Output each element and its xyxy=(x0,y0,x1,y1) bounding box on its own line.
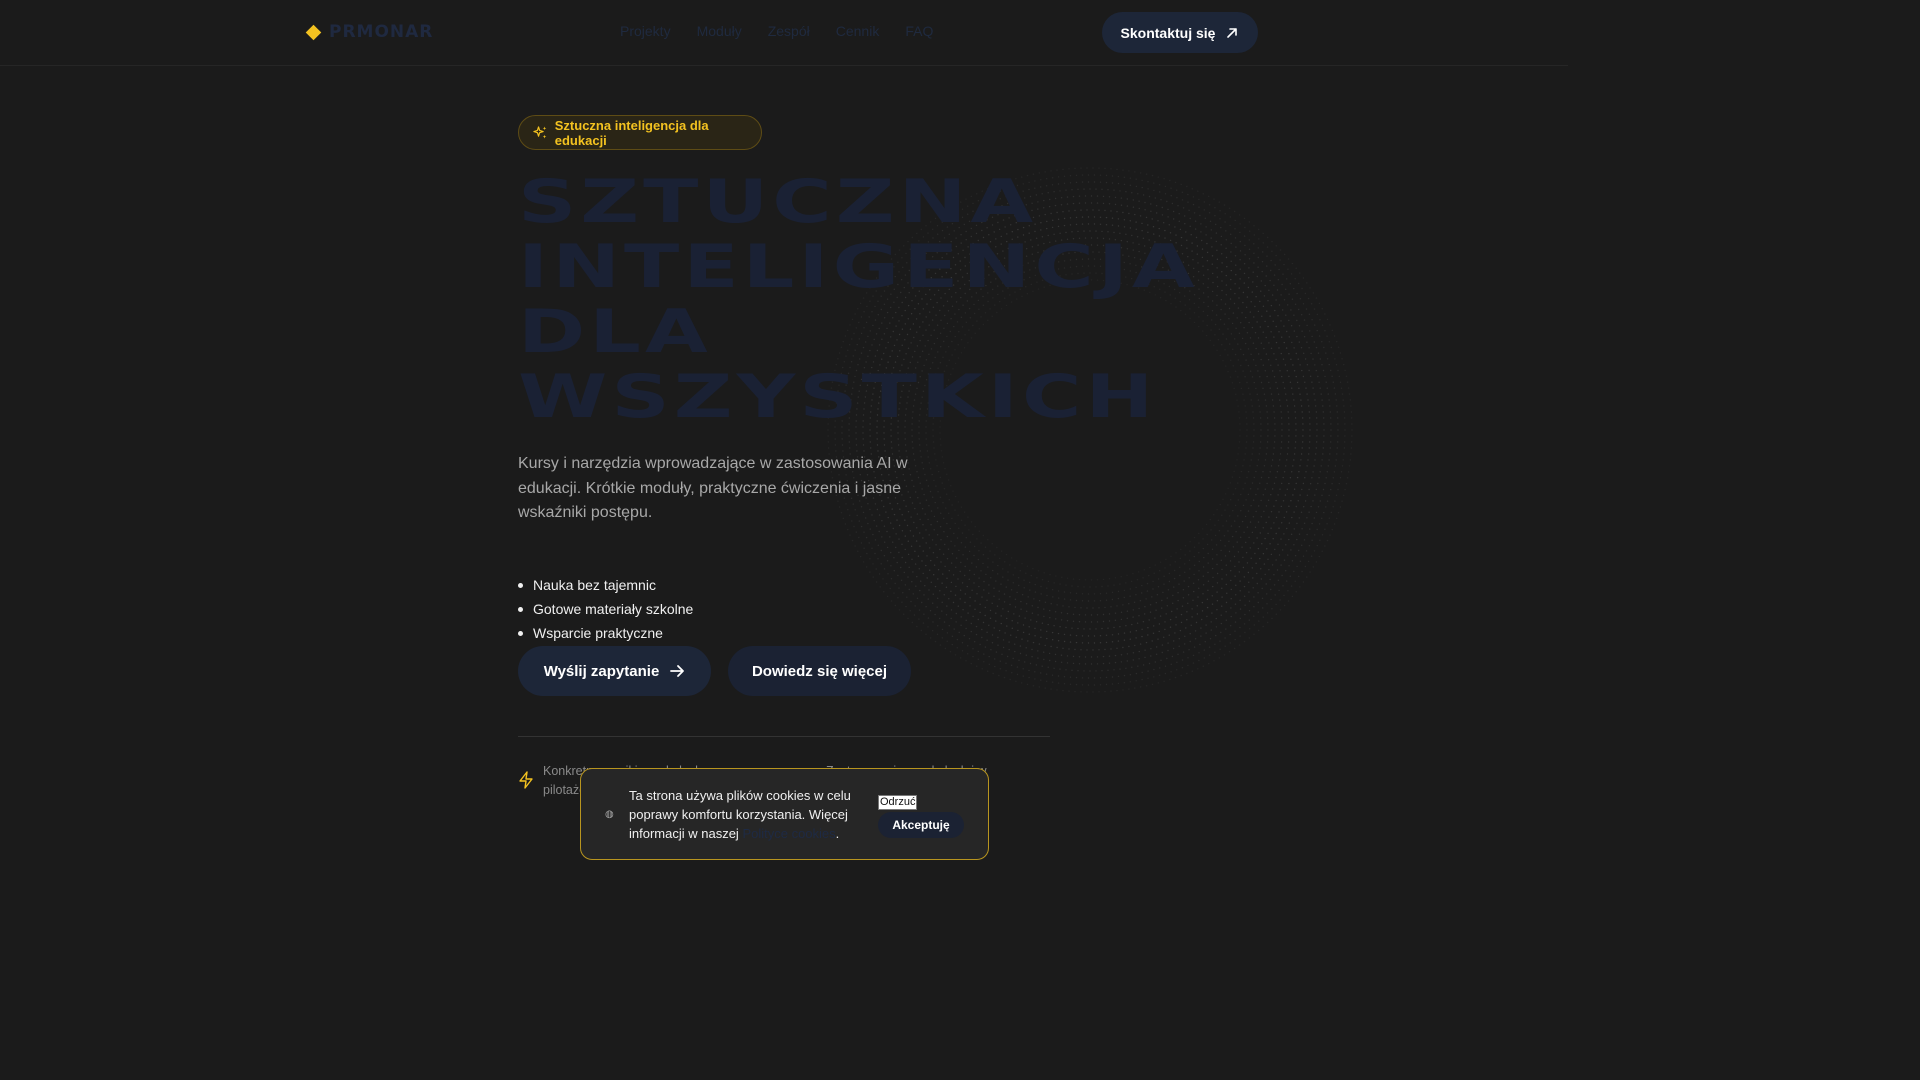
cookie-banner: ◍ Ta strona używa plików cookies w celu … xyxy=(580,768,989,860)
contact-button-label: Skontaktuj się xyxy=(1120,24,1216,41)
feature-list: Nauka bez tajemnic Gotowe materiały szko… xyxy=(518,573,693,645)
nav-item-cennik[interactable]: Cennik xyxy=(836,23,880,39)
nav-item-zespol[interactable]: Zespół xyxy=(768,23,810,39)
bullet-icon xyxy=(518,630,523,636)
nav-item-projekty[interactable]: Projekty xyxy=(620,23,671,39)
nav-item-faq[interactable]: FAQ xyxy=(905,23,933,39)
hero-title-line: INTELIGENCJA xyxy=(518,232,1199,302)
feature-label: Gotowe materiały szkolne xyxy=(533,601,694,617)
lightning-icon xyxy=(519,771,533,789)
cookie-icon: ◍ xyxy=(605,809,614,820)
logo-text: PRMONAR xyxy=(329,22,434,42)
bullet-icon xyxy=(518,606,523,612)
logo[interactable]: PRMONAR xyxy=(305,22,434,42)
main-nav: Projekty Moduły Zespół Cennik FAQ xyxy=(620,23,933,39)
badge-label: Sztuczna inteligencja dla edukacji xyxy=(554,117,709,148)
arrow-up-right-icon xyxy=(1227,27,1238,38)
accept-cookies-button[interactable]: Akceptuję xyxy=(878,812,964,838)
cookie-policy-link[interactable]: Polityce cookies xyxy=(742,826,835,841)
feature-item: Wsparcie praktyczne xyxy=(518,621,693,645)
cookie-message-end: . xyxy=(835,826,840,841)
bullet-icon xyxy=(518,582,523,588)
diamond-icon xyxy=(305,24,322,40)
send-inquiry-label: Wyślij zapytanie xyxy=(543,662,660,680)
feature-label: Nauka bez tajemnic xyxy=(533,577,656,593)
hero-title-line: DLA xyxy=(518,297,712,367)
feature-item: Gotowe materiały szkolne xyxy=(518,597,693,621)
hero-description: Kursy i narzędzia wprowadzające w zastos… xyxy=(518,455,908,521)
feature-item: Nauka bez tajemnic xyxy=(518,573,693,597)
hero-badge: Sztuczna inteligencja dla edukacji xyxy=(518,115,762,150)
cookie-text: Ta strona używa plików cookies w celu po… xyxy=(629,786,864,843)
learn-more-button[interactable]: Dowiedz się więcej xyxy=(728,646,911,696)
hero-title: SZTUCZNA INTELIGENCJA DLA WSZYSTKICH xyxy=(518,170,1544,430)
site-header: PRMONAR Projekty Moduły Zespół Cennik FA… xyxy=(0,0,1568,66)
send-inquiry-button[interactable]: Wyślij zapytanie xyxy=(518,646,711,696)
arrow-right-icon xyxy=(670,665,685,677)
reject-cookies-button[interactable]: Odrzuć xyxy=(878,795,918,810)
hero-title-line: SZTUCZNA xyxy=(518,167,1038,237)
section-divider xyxy=(518,736,1050,737)
sparkles-icon xyxy=(533,126,547,139)
nav-item-moduly[interactable]: Moduły xyxy=(697,23,742,39)
contact-button[interactable]: Skontaktuj się xyxy=(1102,12,1258,53)
hero-title-line: WSZYSTKICH xyxy=(518,362,1158,432)
feature-label: Wsparcie praktyczne xyxy=(533,625,663,641)
